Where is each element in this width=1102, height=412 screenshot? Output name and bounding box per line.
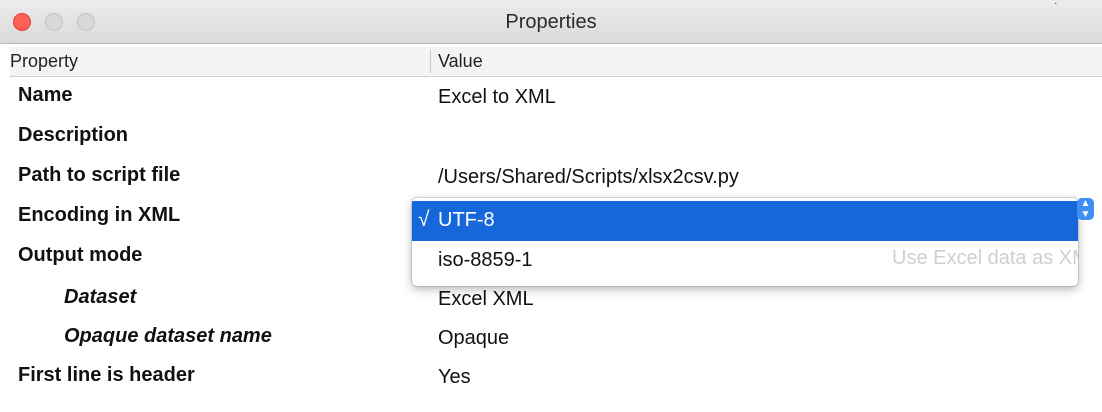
- title-bar: Properties ˙: [0, 0, 1102, 44]
- encoding-option-utf8[interactable]: √ UTF-8: [412, 201, 1078, 241]
- property-row-opaque-dataset-name[interactable]: Opaque dataset name Opaque: [10, 325, 1070, 365]
- property-name: First line is header: [18, 364, 195, 386]
- corner-mark: ˙: [1054, 0, 1059, 16]
- property-row-first-line-header[interactable]: First line is header Yes: [10, 364, 1070, 404]
- encoding-option-iso-8859-1[interactable]: iso-8859-1: [412, 241, 1078, 281]
- table-header: Property Value: [10, 47, 1102, 77]
- property-value[interactable]: Yes: [438, 366, 471, 389]
- property-name: Path to script file: [18, 164, 181, 186]
- property-name: Description: [18, 124, 129, 146]
- property-value[interactable]: Excel to XML: [438, 86, 556, 109]
- option-label: iso-8859-1: [438, 249, 533, 271]
- column-header-value[interactable]: Value: [438, 51, 483, 72]
- property-name: Opaque dataset name: [64, 325, 272, 347]
- property-row-dataset[interactable]: Dataset Excel XML: [10, 286, 1070, 326]
- property-value[interactable]: Excel XML: [438, 288, 534, 311]
- window-title: Properties: [505, 11, 597, 33]
- up-down-stepper-icon[interactable]: ▲ ▼: [1077, 198, 1094, 220]
- property-name: Encoding in XML: [18, 204, 181, 226]
- property-value[interactable]: Opaque: [438, 327, 509, 350]
- property-name: Dataset: [64, 286, 137, 308]
- encoding-dropdown-menu[interactable]: Use Excel data as XML dataset √ UTF-8 is…: [412, 198, 1078, 286]
- property-name: Output mode: [18, 244, 143, 266]
- column-divider[interactable]: [430, 49, 431, 73]
- property-value[interactable]: /Users/Shared/Scripts/xlsx2csv.py: [438, 166, 739, 189]
- property-name: Name: [18, 84, 73, 106]
- property-row-name[interactable]: Name Excel to XML: [10, 84, 1070, 124]
- property-row-description[interactable]: Description: [10, 124, 1070, 164]
- option-label: UTF-8: [438, 209, 495, 231]
- column-header-property[interactable]: Property: [10, 51, 78, 72]
- checkmark-icon: √: [418, 208, 430, 231]
